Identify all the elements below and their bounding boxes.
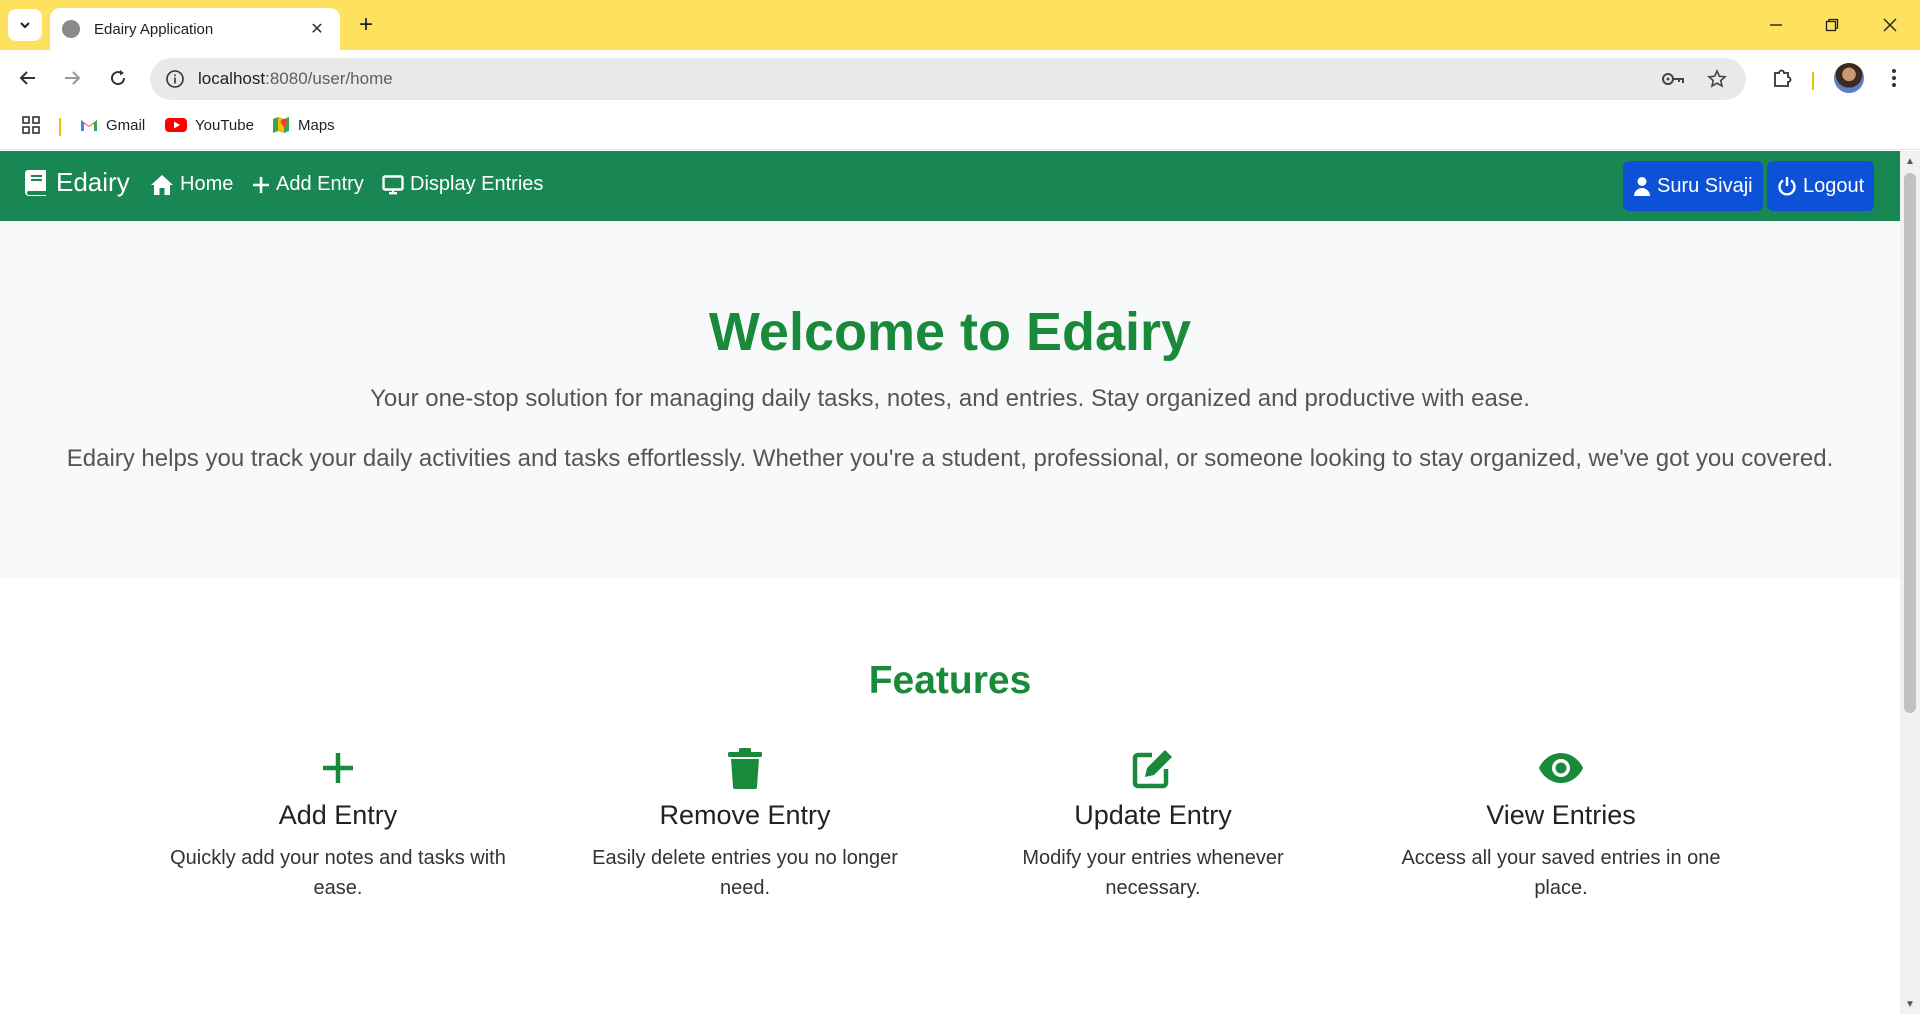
minimize-icon [1770,24,1782,26]
app-viewport: Edairy Home Add Entry Display Entries Su… [0,151,1900,1014]
hero-description: Edairy helps you track your daily activi… [66,445,1834,472]
kebab-menu-icon [1892,69,1896,87]
reload-icon [111,70,126,86]
bookmarks-divider [59,118,61,136]
feature-text: Easily delete entries you no longer need… [592,847,898,899]
page-scrollbar[interactable]: ▲ ▼ [1900,151,1920,1014]
maps-icon [273,117,289,133]
feature-remove-entry: Remove Entry Easily delete entries you n… [565,744,925,903]
url-text[interactable]: localhost:8080/user/home [198,69,1644,89]
site-info-icon[interactable] [164,68,186,90]
nav-add-entry[interactable]: Add Entry [252,173,364,196]
nav-home-label: Home [180,173,234,195]
youtube-icon [165,118,187,132]
feature-text: Access all your saved entries in one pla… [1401,847,1721,899]
trash-icon [728,748,762,789]
reload-button[interactable] [102,62,134,94]
new-tab-button[interactable]: + [352,11,380,39]
user-name: Suru Sivaji [1657,174,1753,197]
feature-update-entry: Update Entry Modify your entries wheneve… [973,744,1333,903]
arrow-left-icon [19,71,35,85]
feature-title: Remove Entry [659,800,831,830]
url-path: :8080/user/home [265,69,393,88]
profile-avatar[interactable] [1834,63,1864,93]
feature-title: Update Entry [1074,800,1232,830]
bookmark-gmail[interactable]: Gmail [80,116,145,134]
globe-icon [62,20,80,38]
nav-display-entries-label: Display Entries [410,173,544,195]
plus-icon [323,753,353,783]
feature-title: Add Entry [278,800,398,830]
close-window-button[interactable] [1870,10,1910,40]
hero-section: Welcome to Edairy Your one-stop solution… [0,221,1900,578]
extensions-button[interactable] [1766,62,1798,94]
feature-text: Modify your entries whenever necessary. [1022,847,1284,899]
restore-icon [1825,18,1839,32]
minimize-button[interactable] [1756,10,1796,40]
scroll-thumb[interactable] [1904,173,1916,713]
book-icon [25,169,46,196]
plus-icon [253,176,269,193]
back-button[interactable] [12,62,44,94]
restore-button[interactable] [1812,10,1852,40]
nav-home[interactable]: Home [150,173,233,196]
nav-display-entries[interactable]: Display Entries [382,173,543,196]
bookmark-label: Maps [298,116,335,134]
logout-button[interactable]: Logout [1767,161,1875,211]
app-navbar: Edairy Home Add Entry Display Entries Su… [0,151,1900,221]
edit-icon [1132,750,1172,789]
forward-button[interactable] [56,62,88,94]
bookmark-youtube[interactable]: YouTube [165,116,254,134]
brand-link[interactable]: Edairy [24,167,130,198]
bookmark-maps[interactable]: Maps [272,116,335,134]
logout-label: Logout [1803,174,1865,197]
gmail-icon [81,120,97,131]
feature-title: View Entries [1486,800,1636,830]
feature-view-entries: View Entries Access all your saved entri… [1381,744,1741,903]
features-section: Features Add Entry Quickly add your note… [0,578,1900,1014]
url-host: localhost [198,69,266,88]
home-icon [151,174,173,195]
features-heading: Features [868,659,1032,702]
arrow-right-icon [65,71,81,85]
menu-button[interactable] [1878,62,1910,94]
bookmark-label: YouTube [195,116,254,134]
chevron-down-icon [20,22,30,29]
hero-title: Welcome to Edairy [708,302,1192,362]
eye-icon [1539,753,1583,783]
toolbar-divider [1812,72,1814,90]
apps-grid-icon [22,116,40,134]
puzzle-icon [1774,69,1792,87]
bookmarks-bar: Gmail YouTube Maps [0,106,1920,150]
scroll-down-icon[interactable]: ▼ [1900,996,1920,1012]
close-tab-icon[interactable]: ✕ [306,19,328,39]
browser-tab[interactable]: Edairy Application ✕ [50,8,340,50]
browser-tab-strip: Edairy Application ✕ + [0,0,1920,50]
bookmark-label: Gmail [106,116,146,134]
user-icon [1634,177,1650,196]
nav-add-entry-label: Add Entry [276,173,364,195]
browser-toolbar: localhost:8080/user/home [0,50,1920,106]
tab-search-button[interactable] [8,9,42,41]
apps-button[interactable] [22,116,40,134]
scroll-up-icon[interactable]: ▲ [1900,153,1920,169]
user-profile-button[interactable]: Suru Sivaji [1623,161,1763,211]
address-bar[interactable]: localhost:8080/user/home [150,58,1746,100]
bookmark-star-icon[interactable] [1702,64,1732,94]
tab-title: Edairy Application [94,20,214,38]
power-icon [1778,177,1796,196]
feature-add-entry: Add Entry Quickly add your notes and tas… [158,744,518,903]
password-key-icon[interactable] [1658,64,1688,94]
monitor-icon [382,174,404,194]
hero-lead: Your one-stop solution for managing dail… [370,385,1530,412]
close-icon [1883,18,1897,32]
feature-text: Quickly add your notes and tasks with ea… [170,847,506,899]
brand-name: Edairy [56,167,130,197]
